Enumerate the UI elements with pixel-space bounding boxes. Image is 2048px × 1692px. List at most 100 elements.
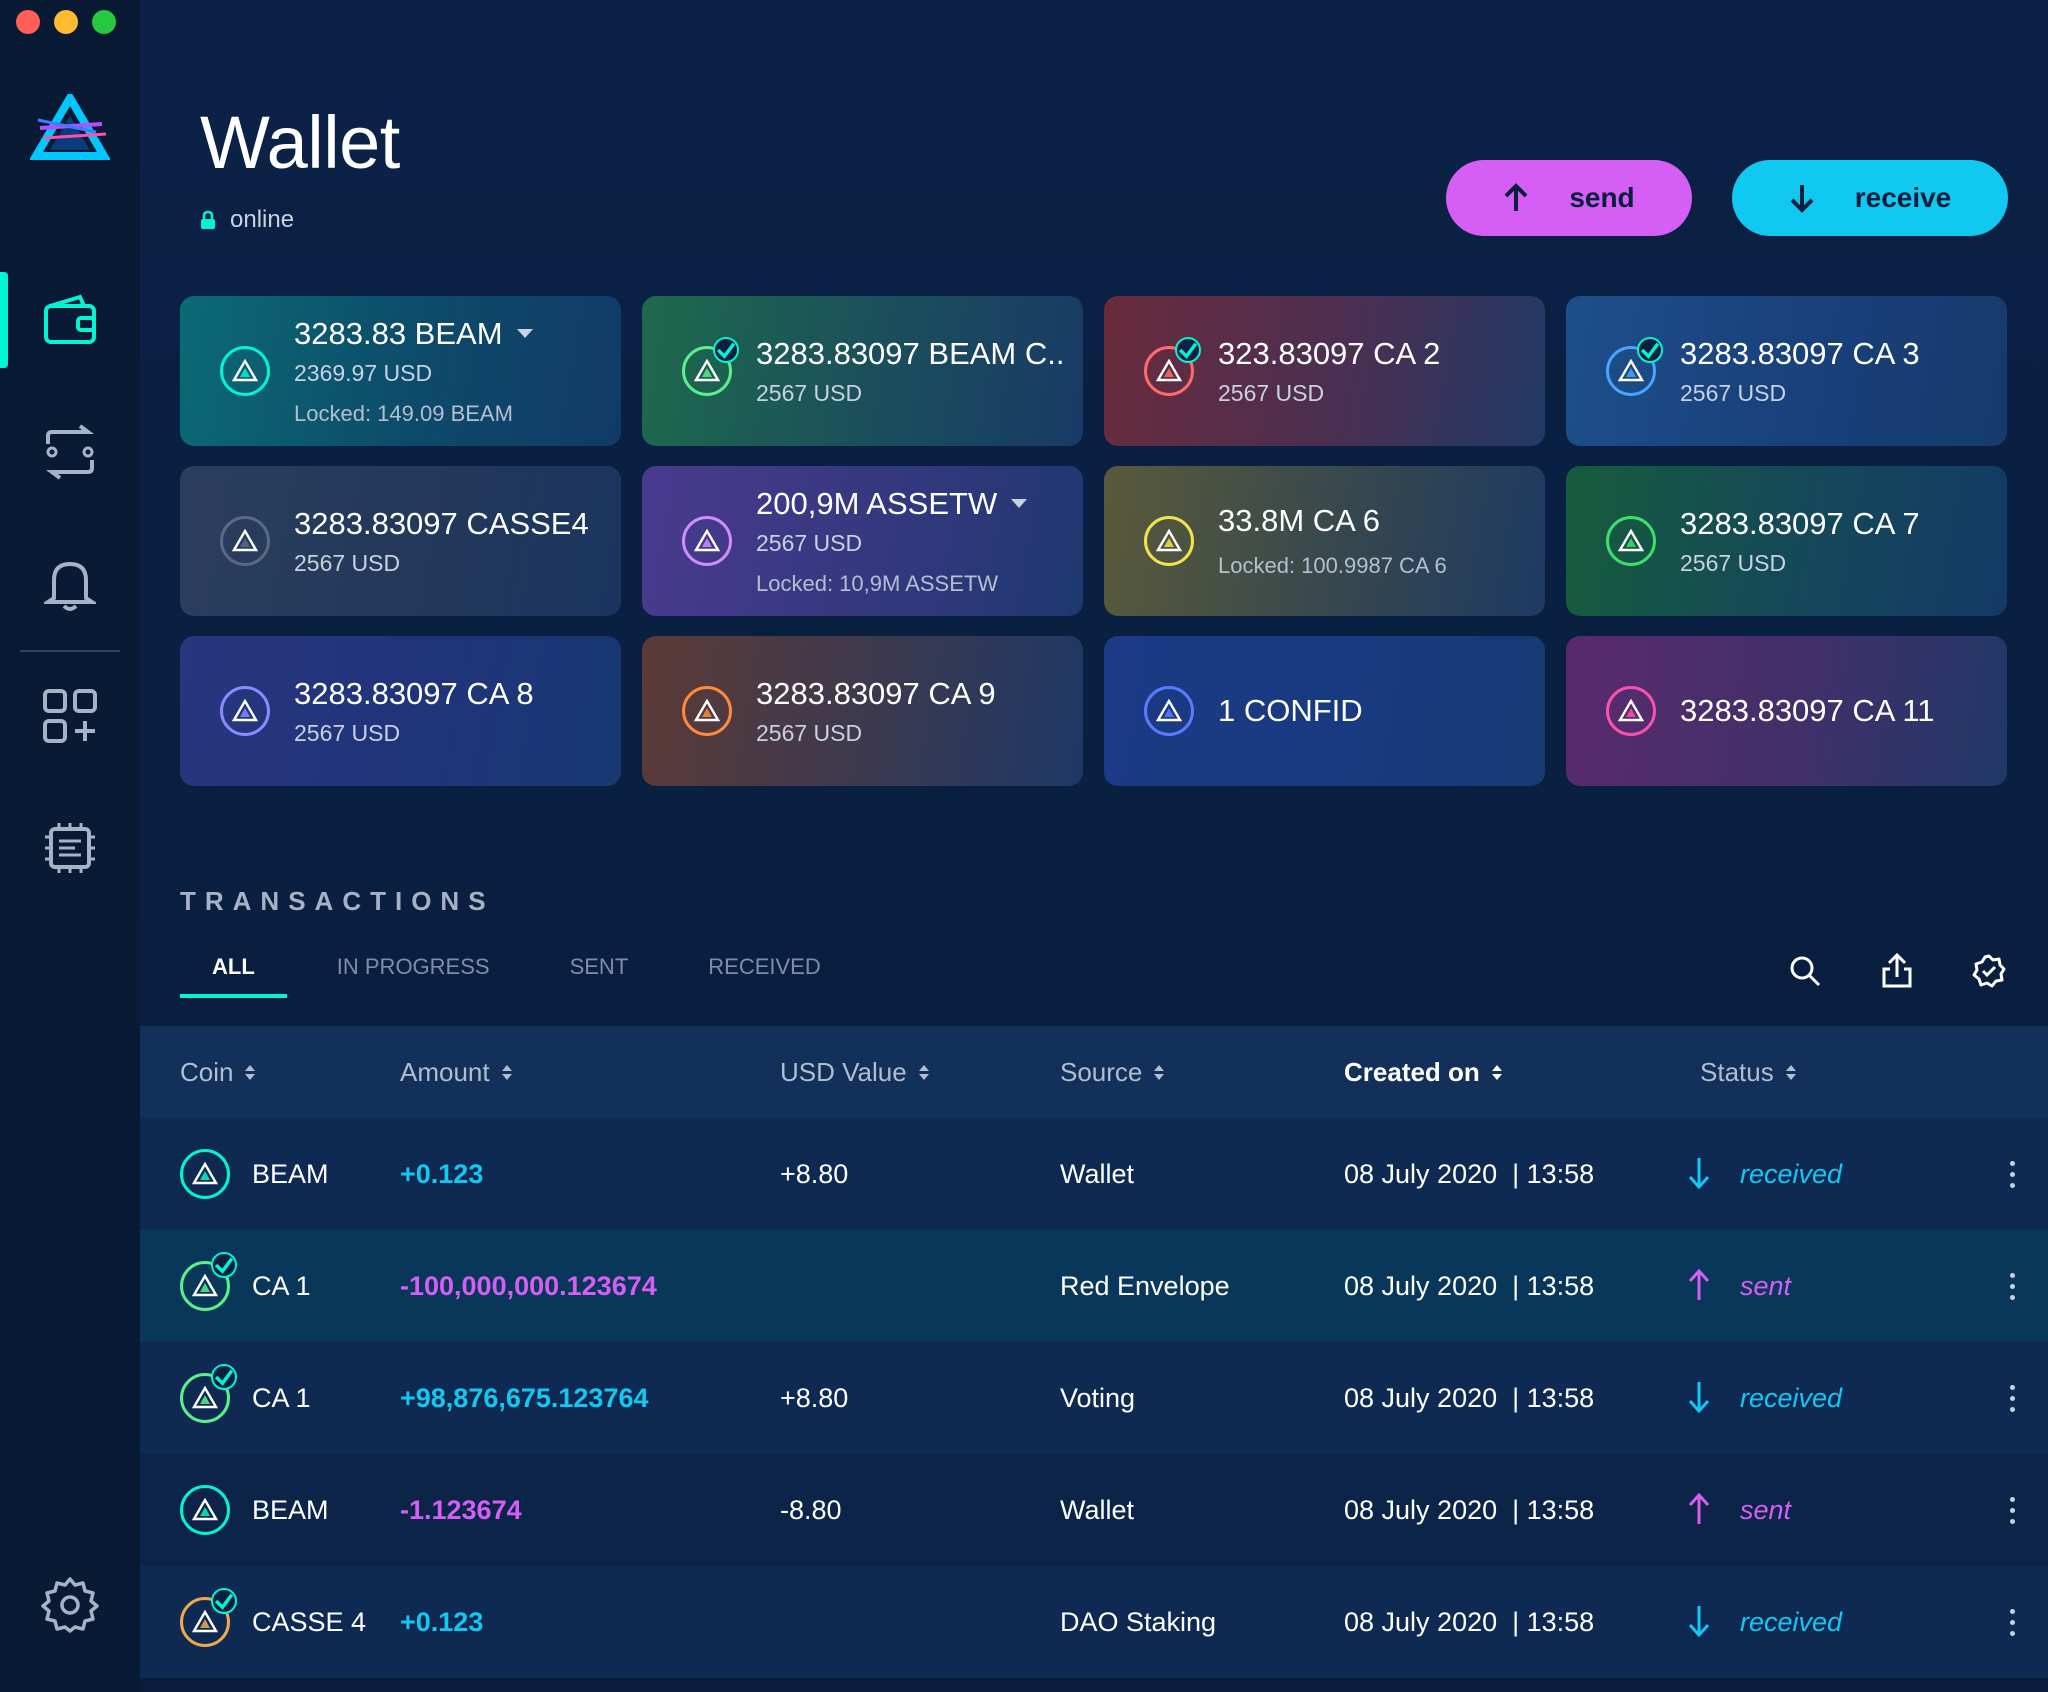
- tab-all[interactable]: ALL: [180, 954, 287, 998]
- table-row[interactable]: BEAM +0.123 +8.80 Wallet 08 July 2020 | 13:5…: [140, 1118, 2048, 1230]
- column-coin-label: Coin: [180, 1056, 234, 1087]
- tx-created-on: 08 July 2020 | 13:58: [1344, 1382, 1595, 1413]
- asset-card[interactable]: 3283.83 BEAM 2369.97 USD Locked: 149.09 BE…: [180, 296, 621, 446]
- nav-notifications[interactable]: [0, 536, 140, 632]
- asset-amount: 3283.83097 CASSE4: [294, 506, 589, 542]
- asset-coin-icon: [682, 686, 732, 736]
- asset-glyph-icon: [694, 529, 720, 552]
- nav-utilities[interactable]: [0, 800, 140, 896]
- chip-icon: [45, 823, 95, 873]
- chevron-down-icon[interactable]: [516, 329, 533, 338]
- tx-source: Red Envelope: [1060, 1270, 1230, 1301]
- asset-card-text: 3283.83097 CA 7 2567 USD: [1680, 506, 1920, 577]
- asset-amount: 3283.83097 BEAM C..: [756, 336, 1064, 372]
- tx-amount: -100,000,000.123674: [400, 1270, 657, 1301]
- tx-amount: +98,876,675.123764: [400, 1382, 649, 1413]
- asset-coin-icon: [220, 346, 270, 396]
- asset-card-text: 3283.83097 CASSE4 2567 USD: [294, 506, 589, 577]
- receive-button[interactable]: receive: [1732, 160, 2008, 236]
- asset-amount-text: 323.83097 CA 2: [1218, 335, 1441, 371]
- asset-locked-amount: Locked: 149.09 BEAM: [294, 400, 513, 426]
- asset-amount-text: 3283.83097 CA 7: [1680, 505, 1920, 541]
- asset-card[interactable]: 33.8M CA 6 Locked: 100.9987 CA 6: [1104, 466, 1545, 616]
- asset-glyph-icon: [232, 529, 258, 552]
- asset-glyph-icon: [192, 1498, 218, 1521]
- close-window-button[interactable]: [16, 10, 40, 34]
- arrow-down-icon: [1688, 1156, 1710, 1197]
- tx-coin: BEAM: [252, 1158, 329, 1189]
- table-row[interactable]: CASSE 4 +0.123 DAO Staking 08 July 2020 | 1…: [140, 1566, 2048, 1678]
- row-menu-icon[interactable]: [2000, 1154, 2024, 1194]
- asset-coin-icon: [682, 516, 732, 566]
- export-button[interactable]: [1878, 952, 1916, 990]
- asset-glyph-icon: [232, 359, 258, 382]
- tab-sent[interactable]: SENT: [570, 954, 629, 998]
- asset-coin-icon: [1606, 516, 1656, 566]
- column-usd-value-label: USD Value: [780, 1056, 907, 1087]
- asset-amount: 1 CONFID: [1218, 693, 1363, 729]
- asset-usd-value: 2567 USD: [756, 529, 863, 556]
- tx-usd-value: -8.80: [780, 1494, 842, 1525]
- table-row[interactable]: CA 1 -100,000,000.123674 Red Envelope 08 Ju…: [140, 1230, 2048, 1342]
- asset-amount: 200,9M ASSETW: [756, 486, 1028, 522]
- asset-glyph-icon: [192, 1162, 218, 1185]
- asset-card-text: 33.8M CA 6 Locked: 100.9987 CA 6: [1218, 503, 1447, 579]
- row-menu-icon[interactable]: [2000, 1266, 2024, 1306]
- receive-button-label: receive: [1854, 182, 1952, 213]
- nav-settings[interactable]: [0, 1556, 140, 1652]
- asset-amount-text: 3283.83097 CA 3: [1680, 335, 1920, 371]
- asset-amount-text: 3283.83097 CA 9: [756, 675, 996, 711]
- tx-status: sent: [1740, 1494, 1792, 1525]
- asset-glyph-icon: [192, 1386, 218, 1409]
- nav-wallet[interactable]: [0, 272, 140, 368]
- nav-atomic-swap[interactable]: [0, 404, 140, 500]
- column-created-on[interactable]: Created on: [1344, 1057, 1502, 1088]
- column-amount[interactable]: Amount: [400, 1057, 512, 1088]
- gear-icon: [41, 1577, 99, 1633]
- asset-card[interactable]: 323.83097 CA 2 2567 USD: [1104, 296, 1545, 446]
- asset-card[interactable]: 3283.83097 CASSE4 2567 USD: [180, 466, 621, 616]
- table-row[interactable]: BEAM -1.123674 -8.80 Wallet 08 July 2020 | 1…: [140, 1454, 2048, 1566]
- column-source-label: Source: [1060, 1056, 1143, 1087]
- verified-badge-icon: [211, 1364, 237, 1390]
- column-status[interactable]: Status: [1700, 1057, 1796, 1088]
- row-menu-icon[interactable]: [2000, 1378, 2024, 1418]
- row-menu-icon[interactable]: [2000, 1490, 2024, 1530]
- asset-amount: 33.8M CA 6: [1218, 503, 1447, 539]
- coin-icon: [180, 1149, 230, 1199]
- nav-dapps[interactable]: [0, 668, 140, 764]
- asset-amount: 3283.83097 CA 11: [1680, 693, 1935, 729]
- search-button[interactable]: [1786, 952, 1824, 990]
- asset-coin-icon: [1144, 516, 1194, 566]
- asset-card[interactable]: 3283.83097 CA 7 2567 USD: [1566, 466, 2007, 616]
- verified-badge-icon: [1972, 954, 2006, 988]
- asset-glyph-icon: [232, 699, 258, 722]
- asset-card[interactable]: 1 CONFID: [1104, 636, 1545, 786]
- asset-card[interactable]: 3283.83097 CA 9 2567 USD: [642, 636, 1083, 786]
- asset-card[interactable]: 3283.83097 BEAM C.. 2567 USD: [642, 296, 1083, 446]
- column-usd-value[interactable]: USD Value: [780, 1057, 929, 1088]
- maximize-window-button[interactable]: [92, 10, 116, 34]
- asset-card-text: 3283.83097 CA 11: [1680, 693, 1935, 729]
- asset-card[interactable]: 200,9M ASSETW 2567 USD Locked: 10,9M ASSET…: [642, 466, 1083, 616]
- table-row[interactable]: CA 1 +98,876,675.123764 +8.80 Voting 08 July…: [140, 1342, 2048, 1454]
- column-amount-label: Amount: [400, 1056, 490, 1087]
- chevron-down-icon[interactable]: [1011, 499, 1028, 508]
- asset-card[interactable]: 3283.83097 CA 8 2567 USD: [180, 636, 621, 786]
- asset-amount-text: 3283.83 BEAM: [294, 315, 503, 351]
- asset-card[interactable]: 3283.83097 CA 3 2567 USD: [1566, 296, 2007, 446]
- sort-icon: [245, 1064, 256, 1080]
- minimize-window-button[interactable]: [54, 10, 78, 34]
- row-menu-icon[interactable]: [2000, 1602, 2024, 1642]
- column-coin[interactable]: Coin: [180, 1056, 256, 1088]
- asset-card[interactable]: 3283.83097 CA 11: [1566, 636, 2007, 786]
- tab-received[interactable]: RECEIVED: [708, 954, 820, 998]
- transaction-tabs: ALL IN PROGRESS SENT RECEIVED: [180, 954, 901, 998]
- wallet-app: Wallet online send receive 3283.83 BEAM 2…: [0, 0, 2048, 1692]
- send-button[interactable]: send: [1446, 160, 1692, 236]
- verify-button[interactable]: [1970, 952, 2008, 990]
- asset-amount: 323.83097 CA 2: [1218, 336, 1440, 372]
- export-icon: [1882, 953, 1912, 988]
- tab-in-progress[interactable]: IN PROGRESS: [337, 954, 490, 998]
- column-source[interactable]: Source: [1060, 1056, 1165, 1088]
